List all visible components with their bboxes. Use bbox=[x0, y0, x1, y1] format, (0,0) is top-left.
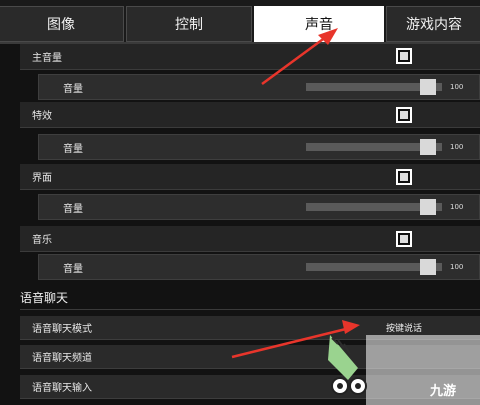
music-volume-label: 音量 bbox=[63, 263, 83, 275]
effects-label: 特效 bbox=[32, 111, 52, 122]
effects-volume-value: 100 bbox=[450, 143, 464, 151]
music-volume-slider[interactable] bbox=[306, 259, 442, 275]
interface-volume-value: 100 bbox=[450, 203, 464, 211]
voice-chat-channel-label: 语音聊天频道 bbox=[32, 353, 92, 364]
tab-label: 声音 bbox=[305, 17, 333, 33]
master-volume-label: 音量 bbox=[63, 83, 83, 95]
tab-graphics[interactable]: 图像 bbox=[0, 6, 124, 42]
effects-volume-slider[interactable] bbox=[306, 139, 442, 155]
tab-label: 图像 bbox=[47, 17, 75, 33]
interface-checkbox[interactable] bbox=[396, 169, 412, 185]
interface-volume-slider[interactable] bbox=[306, 199, 442, 215]
master-volume-value: 100 bbox=[450, 83, 464, 91]
music-row: 音乐 bbox=[20, 226, 480, 252]
checkbox-mark bbox=[400, 173, 408, 181]
checkbox-mark bbox=[400, 111, 408, 119]
checkbox-mark bbox=[400, 52, 408, 60]
music-checkbox[interactable] bbox=[396, 231, 412, 247]
voice-chat-heading: 语音聊天 bbox=[20, 291, 69, 305]
watermark-text: 九游 bbox=[430, 384, 457, 399]
interface-row: 界面 bbox=[20, 164, 480, 190]
slider-thumb[interactable] bbox=[420, 259, 436, 275]
interface-label: 界面 bbox=[32, 173, 52, 184]
master-label: 主音量 bbox=[32, 53, 62, 64]
voice-chat-mode-label: 语音聊天模式 bbox=[32, 324, 92, 335]
music-label: 音乐 bbox=[32, 235, 52, 246]
effects-row: 特效 bbox=[20, 102, 480, 128]
music-volume-value: 100 bbox=[450, 263, 464, 271]
effects-checkbox[interactable] bbox=[396, 107, 412, 123]
settings-tab-bar: 图像 控制 声音 游戏内容 bbox=[0, 0, 480, 44]
effects-volume-label: 音量 bbox=[63, 143, 83, 155]
tab-label: 游戏内容 bbox=[406, 17, 462, 33]
interface-volume-label: 音量 bbox=[63, 203, 83, 215]
master-row: 主音量 bbox=[20, 44, 480, 70]
tab-game-content[interactable]: 游戏内容 bbox=[386, 6, 480, 42]
tab-controls[interactable]: 控制 bbox=[126, 6, 252, 42]
slider-thumb[interactable] bbox=[420, 79, 436, 95]
master-checkbox[interactable] bbox=[396, 48, 412, 64]
tab-label: 控制 bbox=[175, 17, 203, 33]
section-divider bbox=[20, 309, 480, 310]
slider-thumb[interactable] bbox=[420, 139, 436, 155]
tab-sound[interactable]: 声音 bbox=[254, 6, 384, 42]
checkbox-mark bbox=[400, 235, 408, 243]
slider-thumb[interactable] bbox=[420, 199, 436, 215]
master-volume-slider[interactable] bbox=[306, 79, 442, 95]
voice-chat-input-label: 语音聊天输入 bbox=[32, 383, 92, 394]
